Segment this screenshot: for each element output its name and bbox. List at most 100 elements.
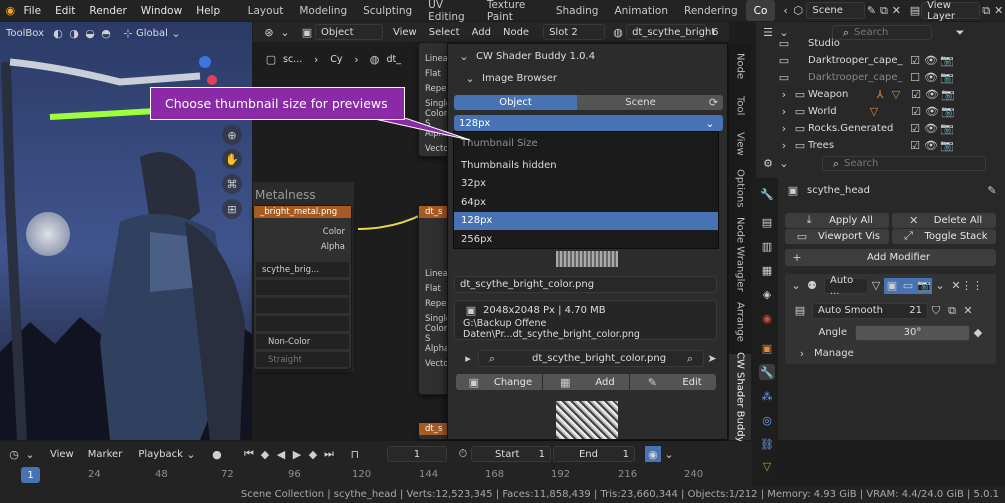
sidebar-tab-arrange[interactable]: Arrange [729,300,751,344]
workspace-tab-uv-editing[interactable]: UV Editing [420,0,479,23]
workspace-tab-animation[interactable]: Animation [606,0,676,21]
blender-logo-icon[interactable]: ◉ [4,3,16,19]
checkbox-icon[interactable]: ☑ [907,53,923,69]
outliner-item-world[interactable]: › ▭ World ▽ ☑ 👁 📷 [776,103,1005,120]
tool-tab-icon[interactable]: 🔧 [759,186,775,202]
breadcrumb-3[interactable]: dt_ [387,54,402,65]
view-options-icon[interactable]: ◉ [644,446,661,462]
menu-file[interactable]: File [16,0,48,21]
camera-icon[interactable]: 📷 [940,87,956,103]
viewport-vis-button[interactable]: ▭ Viewport Vis [785,228,889,244]
eye-icon[interactable]: 👁 [923,53,939,69]
image-field[interactable]: scythe_brig... [256,262,349,277]
texture-thumbnail[interactable] [556,401,618,439]
play-reverse-icon[interactable]: ◀ [273,446,289,462]
alpha-mode-dropdown[interactable]: Straight [256,352,349,367]
workspace-tab-texture-paint[interactable]: Texture Paint [479,0,548,23]
view-layer-selector[interactable]: View Layer [921,0,980,22]
keyframe-icon[interactable]: ◆ [970,325,986,341]
timeline-menu-view[interactable]: View [50,449,74,460]
node-dropdown[interactable] [256,280,349,295]
expand-arrow-icon[interactable]: ▸ [460,351,476,367]
prev-keyframe-icon[interactable]: ◆ [257,446,273,462]
next-keyframe-icon[interactable]: ◆ [305,446,321,462]
option-128px[interactable]: 128px [454,211,718,230]
sidebar-tab-cw-shader-buddy[interactable]: CW Shader Buddy [729,352,751,442]
sidebar-tab-node-wrangler[interactable]: Node Wrangler [729,217,751,292]
eye-icon[interactable]: 👁 [923,70,939,86]
add-modifier-button[interactable]: + Add Modifier [785,249,996,266]
breadcrumb-2[interactable]: Cy [330,54,342,65]
node-menu-add[interactable]: Add [472,27,491,38]
modifier-name-field[interactable]: Auto ... [824,275,868,297]
expand-arrow-icon[interactable]: › [776,121,792,137]
outliner-item-weapon[interactable]: › ▭ Weapon ⅄ ▽ ☑ 👁 📷 [776,86,1005,103]
physics-tab-icon[interactable]: ◎ [759,412,775,428]
duplicate-icon[interactable]: ⧉ [944,303,960,319]
sidebar-tab-tool[interactable]: Tool [729,92,751,120]
add-button[interactable]: ▦ Add [543,374,629,390]
shading-icon[interactable]: ◓ [98,25,114,41]
eye-icon[interactable]: 👁 [924,104,940,120]
workspace-tab-modeling[interactable]: Modeling [291,0,355,21]
chevron-down-icon[interactable]: ⌄ [788,278,804,294]
camera-icon[interactable]: 📷 [939,121,955,137]
data-tab-icon[interactable]: ▽ [759,458,775,474]
outliner-item-studio[interactable]: ▭ Studio [776,35,1005,52]
end-frame-field[interactable]: End 1 [552,446,635,462]
new-scene-icon[interactable]: ⧉ [878,3,890,19]
workspace-tab-layout[interactable]: Layout [240,0,292,21]
modifier-tab-icon[interactable]: 🔧 [759,364,775,380]
outliner-item-rocks-generated[interactable]: › ▭ Rocks.Generated ☑ 👁 📷 [776,120,1005,137]
delete-all-button[interactable]: ✕ Delete All [892,212,996,228]
current-frame-field[interactable]: 1 [386,446,447,462]
eye-icon[interactable]: 👁 [923,121,939,137]
delete-scene-icon[interactable]: ✕ [890,3,902,19]
chevron-down-icon[interactable]: ⌄ [462,70,478,86]
angle-field[interactable]: 30° [855,324,970,341]
outliner-item-darktrooper-cape-c[interactable]: ▭ Darktrooper_cape_c ☑ 👁 📷 [776,52,1005,69]
start-frame-field[interactable]: Start 1 [470,446,551,462]
view-layer-tab-icon[interactable]: ▦ [759,262,775,278]
option-thumbnails-hidden[interactable]: Thumbnails hidden [454,156,718,175]
apply-all-button[interactable]: ⤓ Apply All [785,212,889,228]
properties-type-icon[interactable]: ⚙ [760,156,776,172]
drag-handle-icon[interactable]: ⋮⋮ [961,278,983,294]
pin-icon[interactable]: ✎ [865,3,877,19]
editor-type-icon[interactable]: ⊛ [261,24,277,40]
checkbox-icon[interactable]: ☑ [908,104,924,120]
new-view-layer-icon[interactable]: ⧉ [980,3,992,19]
workspace-tab-sculpting[interactable]: Sculpting [355,0,420,21]
sidebar-tab-options[interactable]: Options [729,168,751,208]
jump-start-icon[interactable]: ⏮ [241,446,257,462]
outliner-type-icon[interactable]: ☰ [760,25,776,41]
image-name-field[interactable]: dt_scythe_bright_color.png [454,276,717,293]
eye-icon[interactable]: 👁 [924,87,940,103]
option-32px[interactable]: 32px [454,175,718,194]
workspace-tab-shading[interactable]: Shading [548,0,607,21]
menu-window[interactable]: Window [134,0,189,21]
orientation-dropdown[interactable]: Global [136,28,168,39]
chevron-left-icon[interactable]: ‹ [779,3,791,19]
chevron-down-icon[interactable]: ⌄ [456,48,472,64]
stopwatch-icon[interactable]: ⏱ [455,446,471,462]
constraints-tab-icon[interactable]: ⛓ [759,436,775,452]
edit-mode-icon[interactable]: ▽ [868,278,884,294]
node-group-field[interactable]: Auto Smooth 21 [812,302,928,319]
change-button[interactable]: ▣ Change [456,374,542,390]
checkbox-icon[interactable]: ☐ [907,70,923,86]
checkbox-icon[interactable]: ☑ [907,121,923,137]
edit-button[interactable]: ✎ Edit [630,374,716,390]
scene-tab-icon[interactable]: ◈ [759,286,775,302]
node-menu-node[interactable]: Node [503,27,529,38]
timeline-menu-playback[interactable]: Playback [138,449,183,460]
breadcrumb-1[interactable]: sc... [283,54,302,65]
node-menu-view[interactable]: View [393,27,417,38]
grid-perspective-icon[interactable]: ⊞ [222,199,242,219]
properties-search-input[interactable]: ⌕ Search [822,156,986,171]
3d-viewport[interactable]: ToolBox ◐ ◑ ◒ ◓ ⊹ Global ⌄ ⊕ ✋ ⌘ ⊞ [0,22,252,440]
material-selector[interactable]: dt_scythe_bright [626,24,715,40]
xray-icon[interactable]: ◑ [66,25,82,41]
hand-pan-icon[interactable]: ✋ [222,149,242,169]
render-display-icon[interactable]: 📷 [916,277,932,294]
